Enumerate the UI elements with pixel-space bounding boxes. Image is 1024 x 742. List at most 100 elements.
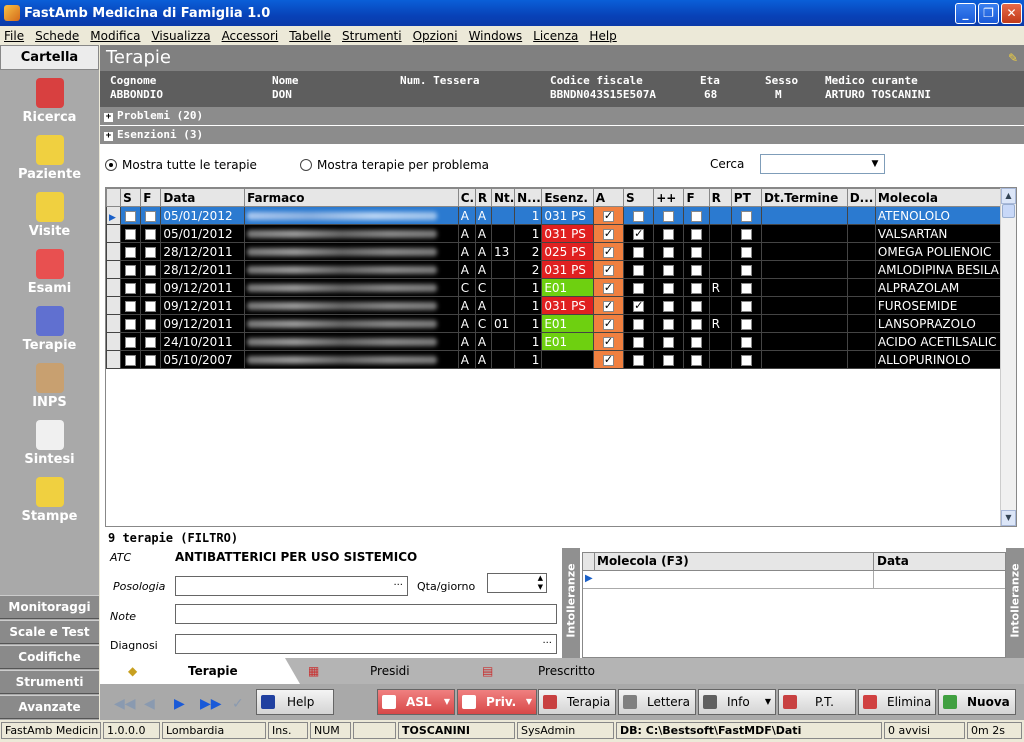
f-checkbox[interactable] bbox=[145, 210, 157, 222]
row-indicator[interactable] bbox=[106, 242, 122, 261]
f-checkbox[interactable] bbox=[145, 264, 157, 276]
f-checkbox[interactable] bbox=[145, 336, 157, 348]
plusplus-checkbox[interactable] bbox=[663, 300, 675, 312]
pt-checkbox[interactable] bbox=[740, 210, 752, 222]
plusplus-checkbox[interactable] bbox=[663, 228, 675, 240]
pt-checkbox[interactable] bbox=[740, 264, 752, 276]
col-f[interactable]: F bbox=[140, 188, 162, 207]
f2-checkbox[interactable] bbox=[691, 354, 703, 366]
col-molecola[interactable]: Molecola bbox=[874, 188, 1003, 207]
radio-therapies-by-problem[interactable]: Mostra terapie per problema bbox=[300, 158, 489, 172]
elimina-button[interactable]: Elimina bbox=[858, 689, 936, 715]
col-nt[interactable]: Nt. bbox=[490, 188, 516, 207]
table-row[interactable]: 05/10/2007 AA 1 ALLOPURINOLO bbox=[106, 350, 1003, 369]
sidebar-item-sintesi[interactable]: Sintesi bbox=[0, 420, 99, 467]
f2-checkbox[interactable] bbox=[691, 300, 703, 312]
row-indicator[interactable] bbox=[106, 260, 122, 279]
menu-accessori[interactable]: Accessori bbox=[222, 29, 279, 43]
s-checkbox[interactable] bbox=[125, 264, 137, 276]
menu-file[interactable]: File bbox=[4, 29, 24, 43]
row-indicator[interactable] bbox=[106, 314, 122, 333]
s-checkbox[interactable] bbox=[125, 210, 137, 222]
a-checkbox[interactable] bbox=[602, 335, 614, 348]
f-checkbox[interactable] bbox=[145, 354, 157, 366]
row-indicator[interactable] bbox=[106, 278, 122, 297]
s-checkbox[interactable] bbox=[125, 336, 137, 348]
s2-checkbox[interactable] bbox=[633, 336, 645, 348]
col-plusplus[interactable]: ++ bbox=[653, 188, 685, 207]
table-row[interactable]: 24/10/2011 AA 1E01 ACIDO ACETILSALIC bbox=[106, 332, 1003, 351]
pt-checkbox[interactable] bbox=[740, 354, 752, 366]
sidebar-item-ricerca[interactable]: Ricerca bbox=[0, 78, 99, 125]
table-row[interactable]: 09/12/2011 AC011E01 R LANSOPRAZOLO bbox=[106, 314, 1003, 333]
plusplus-checkbox[interactable] bbox=[663, 210, 675, 222]
plusplus-checkbox[interactable] bbox=[663, 264, 675, 276]
s-checkbox[interactable] bbox=[125, 300, 137, 312]
menu-strumenti[interactable]: Strumenti bbox=[342, 29, 402, 43]
f2-checkbox[interactable] bbox=[691, 318, 703, 330]
s-checkbox[interactable] bbox=[125, 354, 137, 366]
sidebar-item-inps[interactable]: INPS bbox=[0, 363, 99, 410]
menu-windows[interactable]: Windows bbox=[469, 29, 523, 43]
sidebar-strumenti[interactable]: Strumenti bbox=[0, 670, 99, 694]
f-checkbox[interactable] bbox=[145, 228, 157, 240]
s2-checkbox[interactable] bbox=[633, 227, 645, 240]
row-indicator[interactable] bbox=[106, 296, 122, 315]
s-checkbox[interactable] bbox=[125, 282, 137, 294]
pt-checkbox[interactable] bbox=[740, 246, 752, 258]
pt-checkbox[interactable] bbox=[740, 318, 752, 330]
s2-checkbox[interactable] bbox=[633, 210, 645, 222]
pencil-icon[interactable]: ✎ bbox=[1008, 45, 1018, 71]
info-button[interactable]: Info ▼ bbox=[698, 689, 776, 715]
menu-licenza[interactable]: Licenza bbox=[533, 29, 578, 43]
pt-checkbox[interactable] bbox=[740, 228, 752, 240]
f2-checkbox[interactable] bbox=[691, 228, 703, 240]
sidebar-item-terapie[interactable]: Terapie bbox=[0, 306, 99, 353]
sidebar-item-stampe[interactable]: Stampe bbox=[0, 477, 99, 524]
a-checkbox[interactable] bbox=[602, 353, 614, 366]
intolleranze-side-tab-right[interactable]: Intolleranze bbox=[1006, 548, 1024, 658]
pt-checkbox[interactable] bbox=[740, 282, 752, 294]
f-checkbox[interactable] bbox=[145, 300, 157, 312]
a-checkbox[interactable] bbox=[602, 227, 614, 240]
nuova-button[interactable]: Nuova bbox=[938, 689, 1016, 715]
intolleranze-side-tab[interactable]: Intolleranze bbox=[562, 548, 580, 658]
f2-checkbox[interactable] bbox=[691, 210, 703, 222]
sidebar-item-esami[interactable]: Esami bbox=[0, 249, 99, 296]
menu-schede[interactable]: Schede bbox=[35, 29, 79, 43]
sidebar-monitoraggi[interactable]: Monitoraggi bbox=[0, 595, 99, 619]
table-row[interactable]: 28/12/2011 AA 2031 PS AMLODIPINA BESILA bbox=[106, 260, 1003, 279]
a-checkbox[interactable] bbox=[602, 317, 614, 330]
col-f2[interactable]: F bbox=[683, 188, 710, 207]
tab-terapie[interactable]: ◆ Terapie bbox=[100, 658, 300, 684]
qta-stepper[interactable]: ▲ ▼ bbox=[487, 573, 547, 593]
lettera-button[interactable]: Lettera bbox=[618, 689, 696, 715]
col-molecola-f3[interactable]: Molecola (F3) bbox=[597, 554, 689, 568]
f2-checkbox[interactable] bbox=[691, 336, 703, 348]
chevron-down-icon[interactable]: ▼ bbox=[444, 690, 450, 714]
plusplus-checkbox[interactable] bbox=[663, 354, 675, 366]
sidebar-item-visite[interactable]: Visite bbox=[0, 192, 99, 239]
col-data[interactable]: Data bbox=[160, 188, 246, 207]
col-dt-termine[interactable]: Dt.Termine bbox=[761, 188, 848, 207]
prev-record-icon[interactable]: ◀ bbox=[144, 696, 155, 712]
col-a[interactable]: A bbox=[592, 188, 624, 207]
col-s2[interactable]: S bbox=[622, 188, 655, 207]
f-checkbox[interactable] bbox=[145, 246, 157, 258]
table-row[interactable]: ▶ 05/01/2012 AA 1031 PS ATENOLOLO bbox=[106, 206, 1003, 225]
table-row[interactable]: 05/01/2012 AA 1031 PS VALSARTAN bbox=[106, 224, 1003, 243]
plusplus-checkbox[interactable] bbox=[663, 318, 675, 330]
sidebar-codifiche[interactable]: Codifiche bbox=[0, 645, 99, 669]
f2-checkbox[interactable] bbox=[691, 264, 703, 276]
confirm-icon[interactable]: ✓ bbox=[232, 696, 244, 712]
pt-checkbox[interactable] bbox=[740, 336, 752, 348]
restore-button[interactable]: ❐ bbox=[978, 3, 999, 24]
col-s[interactable]: S bbox=[120, 188, 142, 207]
s-checkbox[interactable] bbox=[125, 318, 137, 330]
spin-arrows-icon[interactable]: ▲ ▼ bbox=[538, 574, 543, 592]
plusplus-checkbox[interactable] bbox=[663, 336, 675, 348]
diagnosi-field[interactable]: ··· bbox=[175, 634, 557, 654]
first-record-icon[interactable]: ◀◀ bbox=[114, 696, 136, 712]
a-checkbox[interactable] bbox=[602, 263, 614, 276]
ellipsis-icon[interactable]: ··· bbox=[542, 638, 552, 649]
